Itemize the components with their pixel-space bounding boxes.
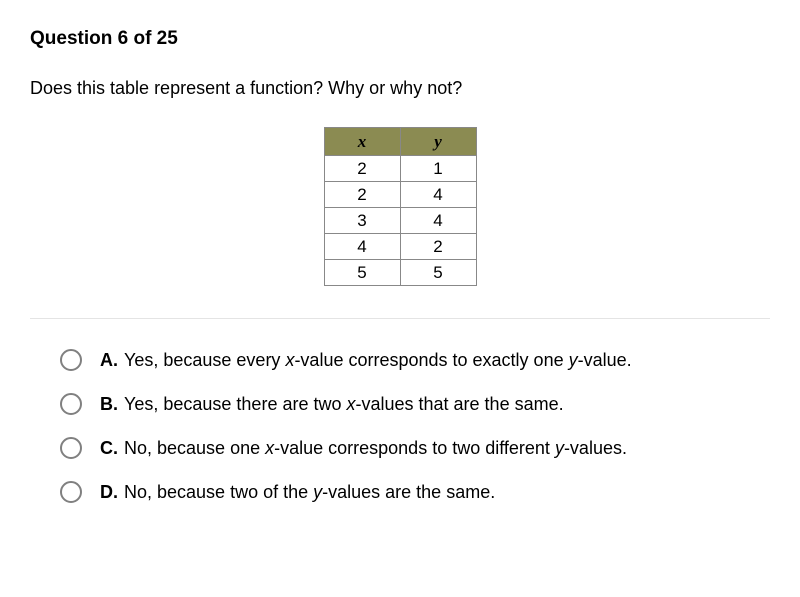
- table-row: 3 4: [324, 208, 476, 234]
- radio-icon: [60, 393, 82, 415]
- option-text: No, because two of the y-values are the …: [124, 482, 495, 503]
- table-cell: 2: [324, 156, 400, 182]
- table-cell: 2: [400, 234, 476, 260]
- data-table: x y 2 1 2 4 3 4 4 2 5 5: [324, 127, 477, 286]
- table-cell: 5: [400, 260, 476, 286]
- table-row: 2 1: [324, 156, 476, 182]
- table-cell: 4: [400, 208, 476, 234]
- radio-icon: [60, 437, 82, 459]
- option-d[interactable]: D. No, because two of the y-values are t…: [60, 481, 770, 503]
- table-wrapper: x y 2 1 2 4 3 4 4 2 5 5: [30, 127, 770, 286]
- option-label: C.: [100, 438, 118, 459]
- option-text: Yes, because there are two x-values that…: [124, 394, 564, 415]
- radio-icon: [60, 349, 82, 371]
- option-b[interactable]: B. Yes, because there are two x-values t…: [60, 393, 770, 415]
- table-row: 5 5: [324, 260, 476, 286]
- table-row: 4 2: [324, 234, 476, 260]
- option-c[interactable]: C. No, because one x-value corresponds t…: [60, 437, 770, 459]
- table-cell: 2: [324, 182, 400, 208]
- table-cell: 5: [324, 260, 400, 286]
- radio-icon: [60, 481, 82, 503]
- question-header: Question 6 of 25: [30, 28, 770, 50]
- option-text: Yes, because every x-value corresponds t…: [124, 350, 632, 371]
- table-cell: 4: [400, 182, 476, 208]
- option-label: A.: [100, 350, 118, 371]
- option-text: No, because one x-value corresponds to t…: [124, 438, 627, 459]
- question-prompt: Does this table represent a function? Wh…: [30, 78, 770, 99]
- table-cell: 1: [400, 156, 476, 182]
- table-cell: 4: [324, 234, 400, 260]
- option-label: B.: [100, 394, 118, 415]
- table-header-x: x: [324, 128, 400, 156]
- table-row: 2 4: [324, 182, 476, 208]
- options-list: A. Yes, because every x-value correspond…: [30, 349, 770, 503]
- option-label: D.: [100, 482, 118, 503]
- table-cell: 3: [324, 208, 400, 234]
- table-header-y: y: [400, 128, 476, 156]
- divider: [30, 318, 770, 319]
- option-a[interactable]: A. Yes, because every x-value correspond…: [60, 349, 770, 371]
